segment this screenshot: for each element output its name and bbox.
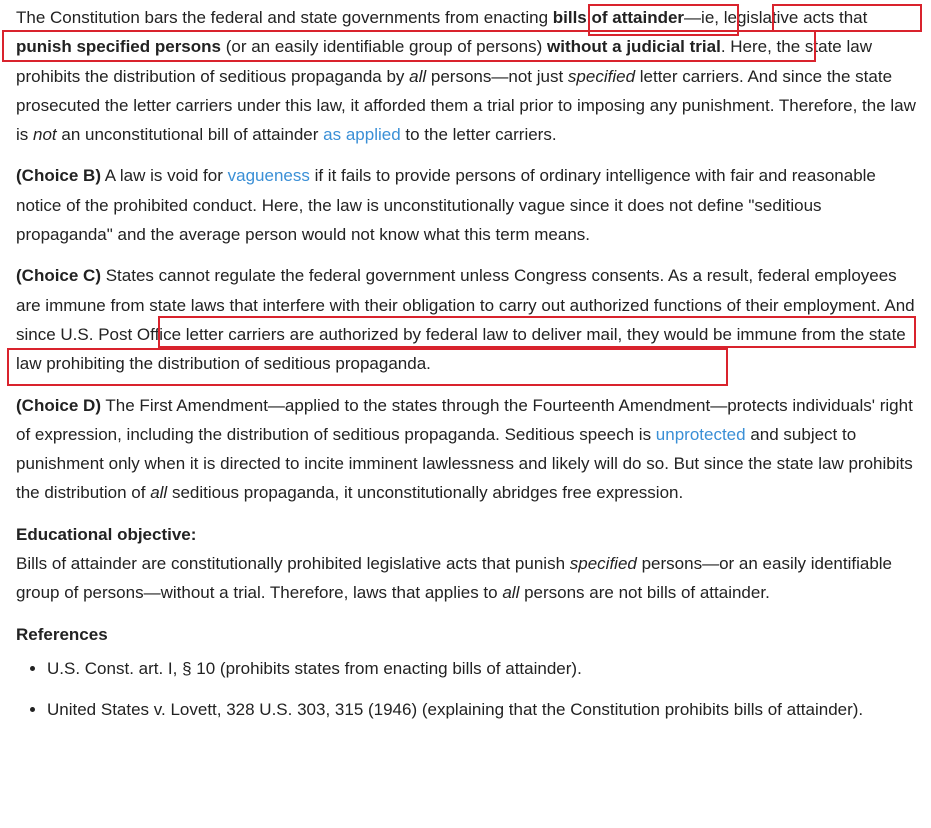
educational-objective-text: Bills of attainder are constitutionally …: [16, 549, 921, 608]
choice-c-paragraph: (Choice C) States cannot regulate the fe…: [16, 261, 921, 378]
text: seditious propaganda, it unconstitutiona…: [167, 483, 684, 503]
reference-item: United States v. Lovett, 328 U.S. 303, 3…: [47, 695, 921, 724]
text: persons are not bills of attainder.: [519, 583, 770, 603]
link-vagueness[interactable]: vagueness: [228, 166, 310, 185]
text: Bills of attainder are constitutionally …: [16, 554, 570, 574]
choice-b-label: (Choice B): [16, 166, 101, 186]
choice-d-paragraph: (Choice D) The First Amendment—applied t…: [16, 391, 921, 508]
choice-b-paragraph: (Choice B) A law is void for vagueness i…: [16, 161, 921, 249]
text: an unconstitutional bill of attainder: [56, 125, 324, 145]
choice-c-label: (Choice C): [16, 266, 101, 286]
text: The Constitution bars the federal and st…: [16, 8, 553, 27]
text: persons—not just: [426, 66, 568, 86]
educational-objective-heading: Educational objective:: [16, 524, 197, 544]
key-term-bills-of-attainder: bills of attainder: [552, 8, 685, 27]
explanation-content: The Constitution bars the federal and st…: [16, 3, 921, 737]
emphasis: not: [33, 125, 57, 145]
link-as-applied[interactable]: as applied: [323, 125, 401, 144]
emphasis: specified: [567, 66, 636, 86]
text: to the letter carriers.: [400, 125, 557, 145]
emphasis: all: [150, 483, 168, 503]
references-heading: References: [16, 624, 108, 644]
explanation-paragraph: The Constitution bars the federal and st…: [16, 3, 921, 149]
key-term-without-judicial-trial: without a judicial trial: [547, 37, 721, 57]
reference-item: U.S. Const. art. I, § 10 (prohibits stat…: [47, 654, 921, 683]
emphasis: specified: [569, 554, 637, 574]
emphasis: all: [409, 66, 427, 86]
text: States cannot regulate the federal gover…: [16, 266, 915, 374]
text: (or an easily identifiable group of pers…: [221, 37, 548, 57]
choice-d-label: (Choice D): [16, 395, 101, 415]
references-list: U.S. Const. art. I, § 10 (prohibits stat…: [16, 654, 921, 725]
text: A law is void for: [101, 166, 228, 186]
link-unprotected[interactable]: unprotected: [656, 425, 746, 444]
key-term-punish-specified-persons: punish specified persons: [16, 37, 221, 57]
emphasis: all: [502, 583, 520, 603]
text: —ie, legislative acts that: [684, 8, 868, 27]
